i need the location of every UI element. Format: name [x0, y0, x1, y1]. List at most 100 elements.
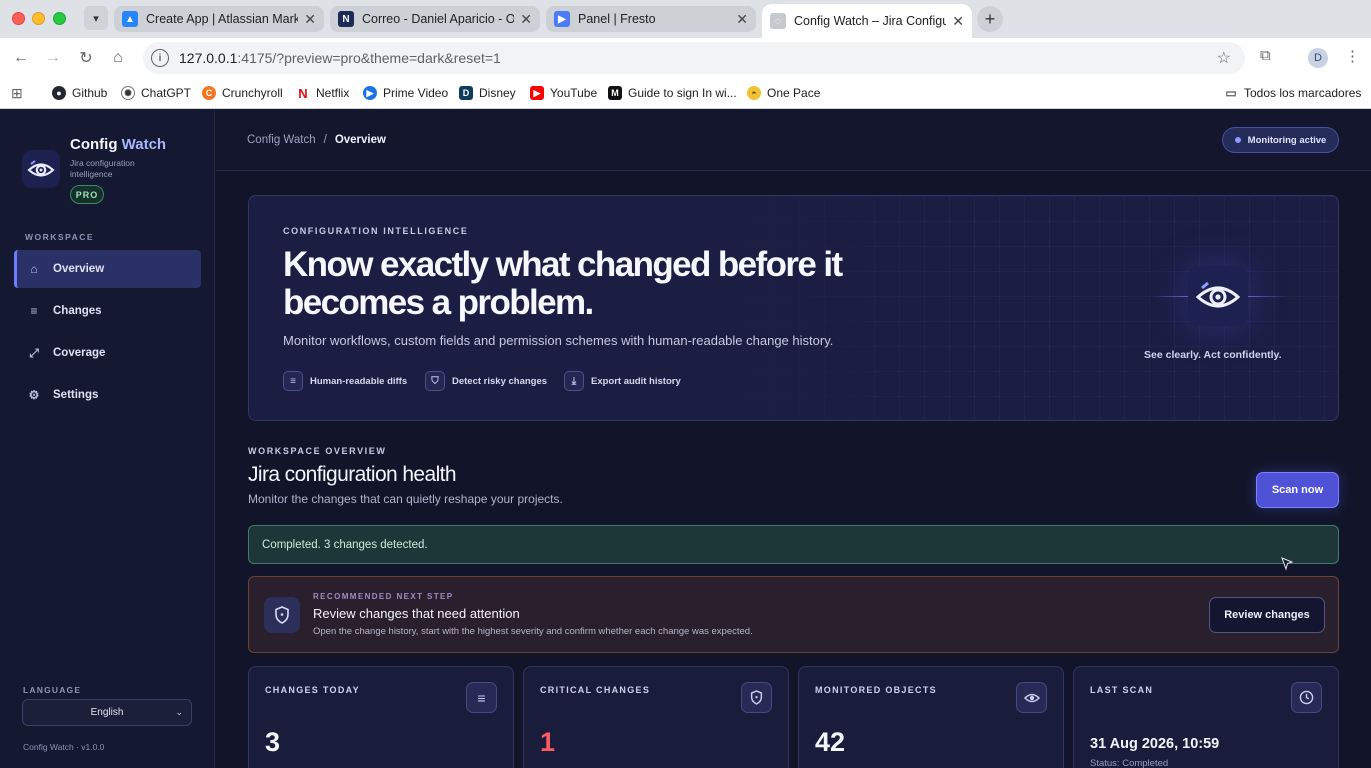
browser-toolbar: ← → ↻ ⌂ i 127.0.0.1:4175/?preview=pro&th…: [0, 38, 1371, 78]
atlassian-icon: ▲: [122, 11, 138, 27]
bookmark-item[interactable]: ▶ Prime Video: [363, 84, 448, 102]
browser-tab-bar: ▾ ▲ Create App | Atlassian Marketplace ✕…: [0, 0, 1371, 38]
close-tab-icon[interactable]: ✕: [952, 13, 964, 30]
home-icon: ⌂: [113, 49, 123, 66]
browser-tab-active[interactable]: ◌ Config Watch – Jira Configuration ✕: [762, 4, 972, 38]
sidebar-item-changes[interactable]: ≡ Changes: [14, 292, 201, 330]
plus-icon: +: [984, 8, 996, 29]
forward-button[interactable]: →: [42, 47, 64, 69]
bookmark-item[interactable]: D Disney: [459, 84, 516, 102]
close-tab-icon[interactable]: ✕: [520, 11, 532, 28]
profile-avatar[interactable]: D: [1308, 48, 1328, 68]
address-url: 127.0.0.1:4175/?preview=pro&theme=dark&r…: [179, 50, 501, 66]
scan-now-button[interactable]: Scan now: [1256, 472, 1339, 508]
status-dot-icon: [1234, 137, 1241, 143]
breadcrumb-separator: /: [323, 134, 327, 146]
stat-label: CRITICAL CHANGES: [540, 685, 651, 695]
breadcrumb: Config Watch / Overview: [247, 134, 386, 146]
close-tab-icon[interactable]: ✕: [304, 11, 316, 28]
sidebar-item-settings[interactable]: ⚙ Settings: [14, 376, 201, 414]
shield-icon: [264, 597, 300, 633]
extensions-icon[interactable]: ⧉: [1260, 47, 1271, 64]
monitoring-status-badge: Monitoring active: [1222, 127, 1339, 153]
feature-detect-risky-changes: ⛉ Detect risky changes: [425, 371, 547, 391]
status-text: Monitoring active: [1247, 134, 1327, 146]
browser-tab[interactable]: N Correo - Daniel Aparicio - Outlook ✕: [330, 6, 540, 32]
bookmark-item[interactable]: ◓ One Pace: [747, 84, 820, 102]
stat-card-changes-today: CHANGES TODAY ≡ 3: [248, 666, 514, 768]
reload-button[interactable]: ↻: [75, 47, 97, 69]
chevron-down-icon: ▾: [93, 12, 99, 25]
disney-icon: D: [459, 86, 473, 100]
language-value: English: [90, 707, 124, 718]
sidebar-item-overview[interactable]: ⌂ Overview: [14, 250, 201, 288]
sidebar-item-coverage[interactable]: ⤢ Coverage: [14, 334, 201, 372]
shield-icon: [741, 682, 772, 713]
hero-title: Know exactly what changed before it beco…: [283, 245, 843, 322]
home-icon: ⌂: [30, 262, 38, 276]
top-bar: Config Watch / Overview Monitoring active: [216, 109, 1371, 171]
bookmark-item[interactable]: ▶ YouTube: [530, 84, 597, 102]
close-tab-icon[interactable]: ✕: [736, 11, 748, 28]
recommendation-title: Review changes that need attention: [313, 606, 520, 621]
sidebar-item-label: Overview: [53, 263, 105, 275]
site-info-icon[interactable]: i: [151, 49, 169, 67]
brand-name: Config Watch: [70, 136, 167, 153]
breadcrumb-current: Overview: [334, 134, 386, 146]
tab-title: Config Watch – Jira Configuration: [794, 14, 947, 28]
bookmark-item[interactable]: ● Github: [52, 84, 107, 102]
eye-icon: [1016, 682, 1047, 713]
crunchyroll-icon: C: [202, 86, 216, 100]
language-select[interactable]: English ⌄: [22, 699, 192, 726]
apps-grid-icon[interactable]: ⊞: [11, 84, 23, 102]
scan-success-alert: Completed. 3 changes detected.: [248, 525, 1339, 564]
eye-logo-icon: [27, 160, 55, 177]
tab-title: Create App | Atlassian Marketplace: [146, 12, 299, 26]
browser-tab[interactable]: ▲ Create App | Atlassian Marketplace ✕: [114, 6, 324, 32]
youtube-icon: ▶: [530, 86, 544, 100]
chevron-down-icon: ⌄: [175, 707, 183, 717]
window-close-button[interactable]: [12, 12, 25, 25]
browser-tab[interactable]: ▶ Panel | Fresto ✕: [546, 6, 756, 32]
stat-label: MONITORED OBJECTS: [815, 685, 937, 695]
sidebar-item-label: Changes: [53, 305, 102, 317]
recommendation-eyebrow: RECOMMENDED NEXT STEP: [313, 592, 454, 601]
github-icon: ●: [52, 86, 66, 100]
stat-footer: Status: Completed: [1090, 758, 1169, 768]
chatgpt-icon: ✺: [121, 86, 135, 100]
bookmark-item[interactable]: M Guide to sign In wi...: [608, 84, 737, 102]
list-icon: ≡: [30, 304, 38, 318]
stat-value: 1: [540, 727, 556, 757]
stat-card-critical-changes: CRITICAL CHANGES 1: [523, 666, 789, 768]
recommendation-description: Open the change history, start with the …: [313, 626, 753, 637]
netflix-icon: N: [296, 86, 310, 101]
address-bar[interactable]: i 127.0.0.1:4175/?preview=pro&theme=dark…: [143, 42, 1245, 74]
globe-icon: ◌: [770, 13, 786, 29]
fresto-icon: ▶: [554, 11, 570, 27]
sidebar: Config Watch Jira configuration intellig…: [0, 109, 215, 768]
download-icon: ⤓: [564, 371, 584, 391]
bookmark-item[interactable]: N Netflix: [296, 84, 349, 102]
stat-card-last-scan: LAST SCAN 31 Aug 2026, 10:59 Status: Com…: [1073, 666, 1339, 768]
all-bookmarks-folder[interactable]: ▭ Todos los marcadores: [1224, 84, 1361, 102]
feature-human-readable-diffs: ≡ Human-readable diffs: [283, 371, 407, 391]
new-tab-button[interactable]: +: [977, 6, 1003, 32]
feature-export-audit-history: ⤓ Export audit history: [564, 371, 681, 391]
eye-icon: [1195, 281, 1241, 308]
home-button[interactable]: ⌂: [107, 47, 129, 69]
outlook-icon: N: [338, 11, 354, 27]
bookmark-item[interactable]: ✺ ChatGPT: [121, 84, 191, 102]
eye-illustration: [1188, 266, 1248, 326]
back-button[interactable]: ←: [10, 47, 32, 69]
menu-kebab-icon[interactable]: ⋮: [1345, 47, 1360, 65]
review-changes-button[interactable]: Review changes: [1209, 597, 1325, 633]
bookmark-star-icon[interactable]: ☆: [1217, 48, 1231, 68]
list-icon: ≡: [466, 682, 497, 713]
window-minimize-button[interactable]: [32, 12, 45, 25]
window-zoom-button[interactable]: [53, 12, 66, 25]
bookmark-item[interactable]: C Crunchyroll: [202, 84, 283, 102]
folder-icon: ▭: [1225, 86, 1237, 100]
tab-search-button[interactable]: ▾: [84, 6, 108, 30]
overview-subtitle: Monitor the changes that can quietly res…: [248, 492, 563, 506]
breadcrumb-root[interactable]: Config Watch: [247, 134, 316, 146]
